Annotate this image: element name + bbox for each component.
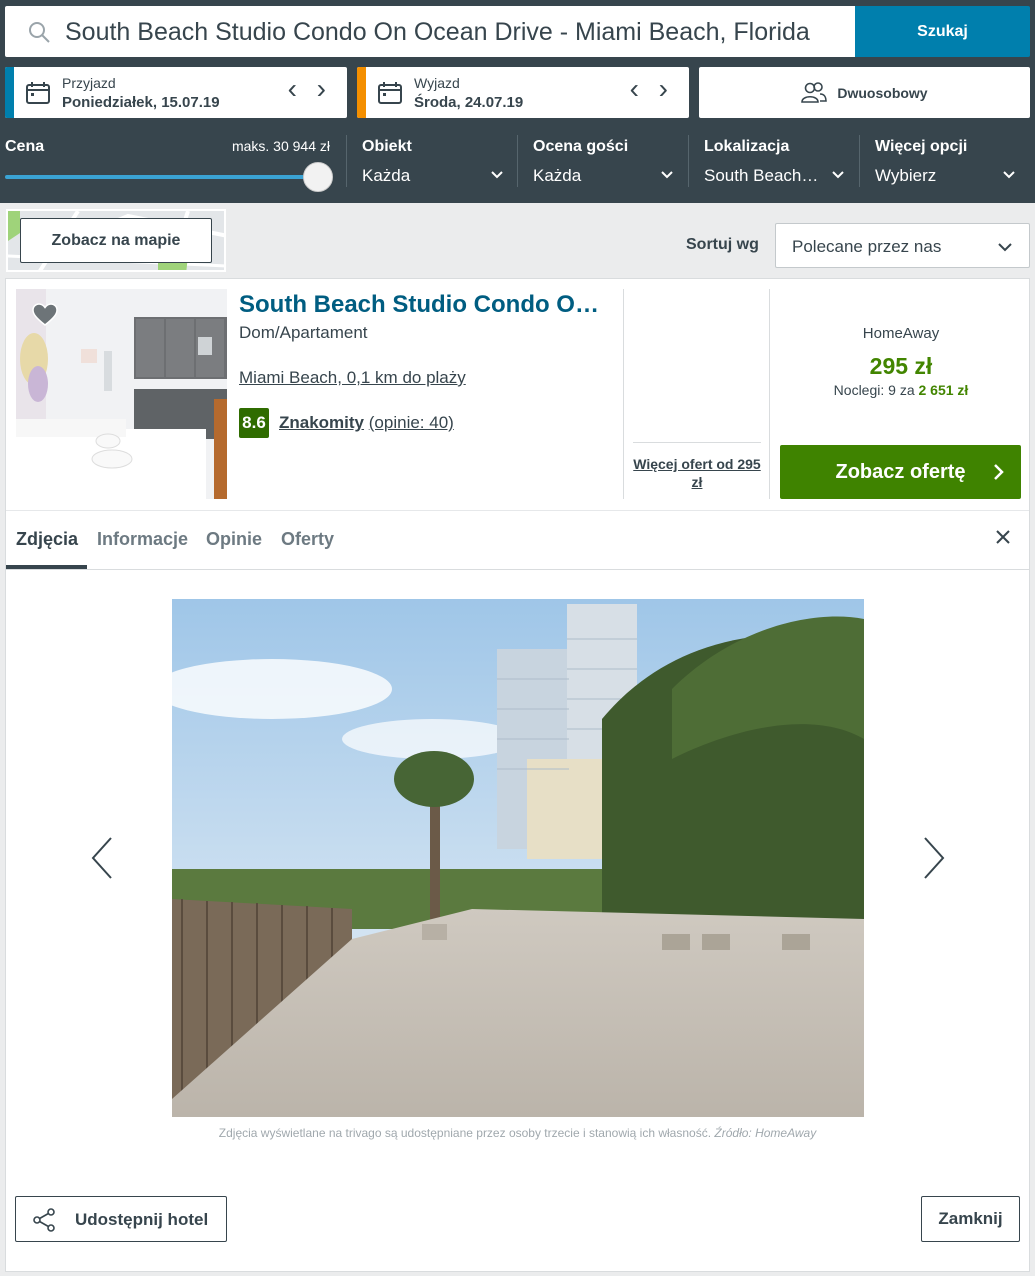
filter-title: Ocena gości bbox=[533, 138, 629, 155]
offer-provider: HomeAway bbox=[862, 325, 940, 342]
price-filter-title: Cena bbox=[5, 138, 45, 155]
close-icon[interactable] bbox=[995, 529, 1011, 545]
hotel-location[interactable]: Miami Beach, 0,1 km do plaży bbox=[239, 368, 466, 388]
view-deal-button[interactable]: Zobacz ofertę bbox=[780, 445, 1021, 499]
filter-value: Każda bbox=[533, 166, 582, 185]
hotel-type: Dom/Apartament bbox=[239, 323, 368, 342]
checkin-label: Przyjazd bbox=[62, 75, 116, 91]
filter-divider bbox=[517, 135, 518, 187]
nights-prefix: Noclegi: 9 za bbox=[833, 382, 919, 398]
checkin-accent bbox=[5, 67, 14, 118]
beach-photo bbox=[172, 599, 864, 1117]
rating-link[interactable]: Znakomity (opinie: 40) bbox=[279, 413, 454, 433]
rating-count: (opinie: 40) bbox=[368, 413, 454, 432]
filter-divider bbox=[688, 135, 689, 187]
filter-value: Każda bbox=[362, 166, 411, 185]
calendar-icon bbox=[26, 82, 50, 104]
nights-total: 2 651 zł bbox=[918, 382, 969, 398]
sort-value: Polecane przez nas bbox=[792, 237, 942, 256]
filter-more-options[interactable]: Więcej opcji Wybierz bbox=[875, 135, 1016, 195]
price-slider-track[interactable] bbox=[5, 175, 317, 179]
active-tab-indicator bbox=[6, 565, 87, 569]
price-slider-handle[interactable] bbox=[303, 162, 333, 192]
card-divider bbox=[623, 289, 624, 499]
photo-caption-text: Zdjęcia wyświetlane na trivago są udostę… bbox=[218, 1126, 712, 1140]
rating-score: 8.6 bbox=[239, 408, 269, 438]
checkout-label: Wyjazd bbox=[414, 75, 460, 91]
filter-title: Lokalizacja bbox=[704, 138, 790, 155]
chevron-down-icon bbox=[998, 243, 1012, 252]
share-hotel-button[interactable]: Udostępnij hotel bbox=[15, 1196, 227, 1242]
search-query[interactable]: South Beach Studio Condo On Ocean Drive … bbox=[65, 20, 845, 44]
close-button[interactable]: Zamknij bbox=[921, 1196, 1020, 1242]
detail-tabs: Zdjęcia Informacje Opinie Oferty bbox=[6, 511, 1029, 570]
search-input[interactable]: South Beach Studio Condo On Ocean Drive … bbox=[5, 6, 855, 57]
filter-title: Więcej opcji bbox=[875, 138, 968, 155]
tab-info[interactable]: Informacje bbox=[97, 529, 188, 550]
hotel-name[interactable]: South Beach Studio Condo On Ocean Drive bbox=[239, 291, 609, 319]
sort-select[interactable]: Polecane przez nas bbox=[775, 223, 1030, 268]
guests-label: Dwuosobowy bbox=[837, 84, 928, 101]
checkout-prev-next[interactable]: ‹ › bbox=[630, 73, 674, 105]
hotel-card: South Beach Studio Condo On Ocean Drive … bbox=[5, 278, 1030, 1272]
chevron-down-icon bbox=[491, 171, 503, 179]
chevron-right-icon bbox=[994, 464, 1004, 480]
offer-nights: Noclegi: 9 za 2 651 zł bbox=[780, 382, 1022, 398]
share-icon bbox=[33, 1208, 55, 1232]
checkin-date[interactable]: Przyjazd Poniedziałek, 15.07.19 ‹ › bbox=[5, 67, 347, 118]
share-label: Udostępnij hotel bbox=[75, 1210, 209, 1229]
price-filter-max: maks. 30 944 zł bbox=[231, 138, 330, 154]
checkout-value: Środa, 24.07.19 bbox=[414, 94, 524, 111]
price-filter[interactable]: Cena maks. 30 944 zł bbox=[5, 135, 333, 195]
filter-value: South Beach… bbox=[704, 166, 819, 185]
photo-caption: Zdjęcia wyświetlane na trivago są udostę… bbox=[6, 1126, 1029, 1140]
chevron-down-icon bbox=[1003, 171, 1015, 179]
tab-offers[interactable]: Oferty bbox=[281, 529, 334, 550]
view-deal-label: Zobacz ofertę bbox=[835, 460, 966, 483]
search-header: South Beach Studio Condo On Ocean Drive … bbox=[0, 0, 1035, 203]
chevron-down-icon bbox=[832, 171, 844, 179]
card-divider bbox=[769, 289, 770, 499]
filter-divider bbox=[346, 135, 347, 187]
show-map-button[interactable]: Zobacz na mapie bbox=[20, 218, 212, 263]
rating-label: Znakomity bbox=[279, 413, 365, 432]
search-button[interactable]: Szukaj bbox=[855, 6, 1030, 57]
filter-guest-rating[interactable]: Ocena gości Każda bbox=[533, 135, 674, 195]
chevron-down-icon bbox=[661, 171, 673, 179]
checkout-accent bbox=[357, 67, 366, 118]
arrow-left-icon[interactable] bbox=[90, 836, 114, 880]
filter-value: Wybierz bbox=[875, 166, 937, 185]
search-icon bbox=[29, 22, 50, 43]
arrow-right-icon[interactable] bbox=[922, 836, 946, 880]
tab-reviews[interactable]: Opinie bbox=[206, 529, 262, 550]
checkin-prev-next[interactable]: ‹ › bbox=[288, 73, 332, 105]
calendar-icon bbox=[378, 82, 402, 104]
tab-photos[interactable]: Zdjęcia bbox=[16, 529, 78, 550]
sort-label: Sortuj wg bbox=[686, 236, 759, 253]
gallery-photo bbox=[172, 599, 864, 1117]
filter-property-type[interactable]: Obiekt Każda bbox=[362, 135, 504, 195]
heart-icon[interactable] bbox=[32, 303, 58, 327]
checkout-date[interactable]: Wyjazd Środa, 24.07.19 ‹ › bbox=[357, 67, 689, 118]
offer-price: 295 zł bbox=[869, 353, 933, 379]
people-icon bbox=[801, 81, 828, 103]
more-offers-link[interactable]: Więcej ofert od 295 zł bbox=[633, 442, 761, 491]
guests-selector[interactable]: Dwuosobowy bbox=[699, 67, 1030, 118]
filter-title: Obiekt bbox=[362, 138, 412, 155]
filter-divider bbox=[859, 135, 860, 187]
hotel-thumbnail[interactable] bbox=[16, 289, 227, 499]
filter-location[interactable]: Lokalizacja South Beach… bbox=[704, 135, 845, 195]
checkin-value: Poniedziałek, 15.07.19 bbox=[62, 94, 220, 111]
photo-source: Źródło: HomeAway bbox=[714, 1126, 817, 1140]
